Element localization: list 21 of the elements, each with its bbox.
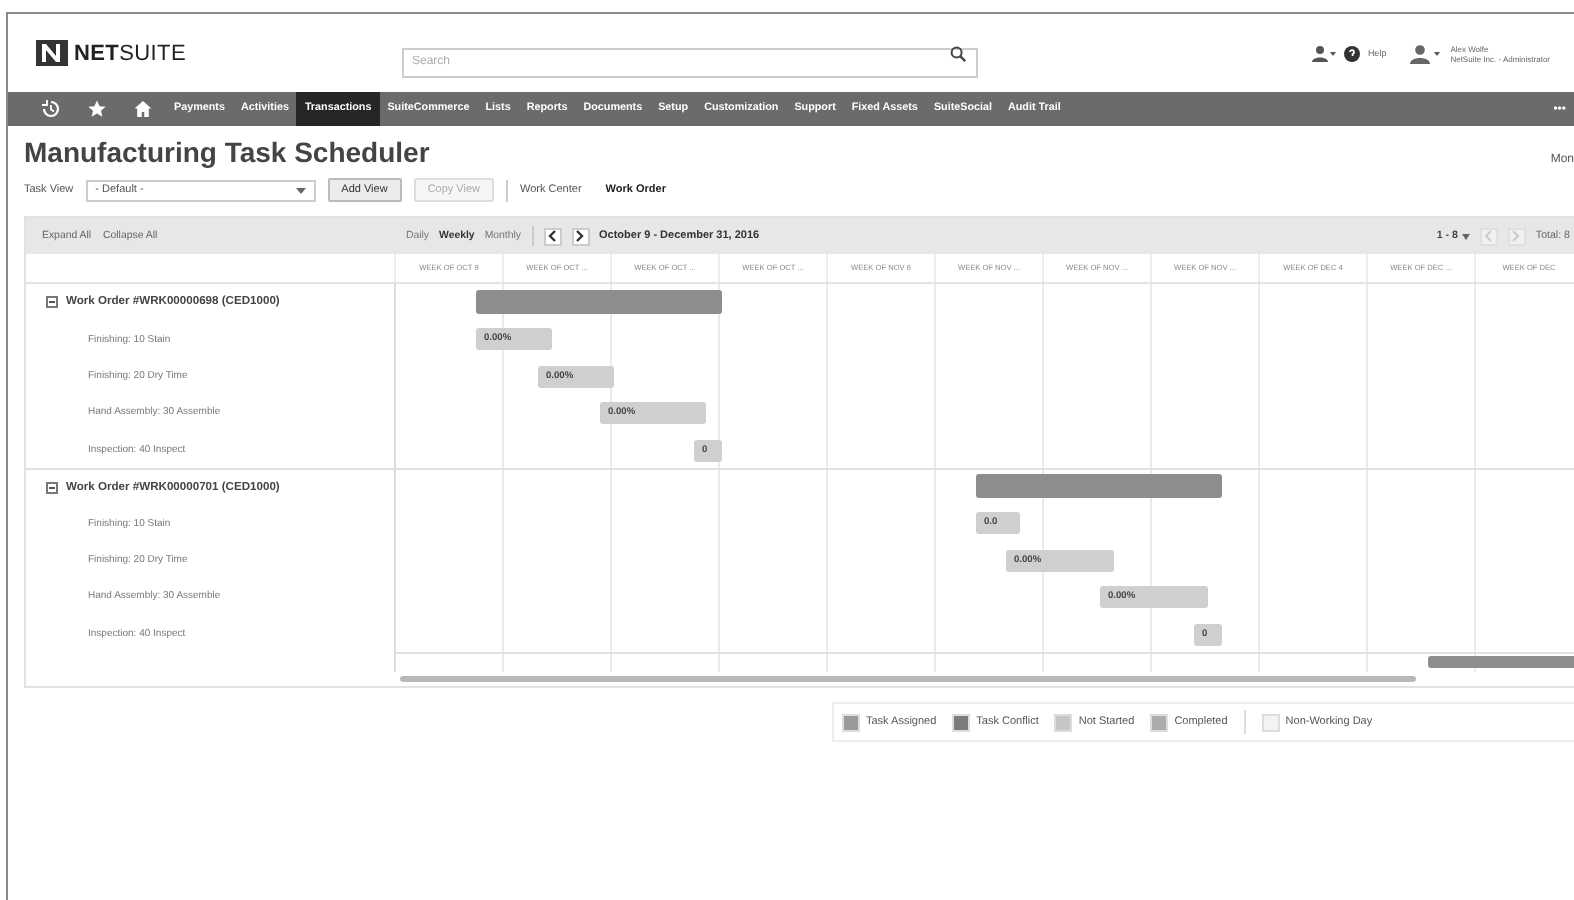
chevron-left-icon xyxy=(548,230,556,242)
caret-icon xyxy=(1461,233,1470,239)
chevron-right-icon xyxy=(576,230,584,242)
logo-icon xyxy=(36,40,68,66)
collapse-icon[interactable] xyxy=(46,481,58,494)
scroll-thumb[interactable] xyxy=(400,676,1416,682)
help-icon[interactable] xyxy=(1343,45,1360,61)
people-icon[interactable] xyxy=(1311,43,1336,63)
collapse-icon[interactable] xyxy=(46,296,58,309)
user-icon[interactable] xyxy=(1410,43,1443,63)
chevron-left-icon xyxy=(1484,230,1493,242)
home-icon[interactable] xyxy=(134,100,152,118)
logo-text: NETSUITE xyxy=(74,41,187,65)
next-button[interactable] xyxy=(571,227,589,245)
search-icon xyxy=(950,45,966,61)
star-icon[interactable] xyxy=(88,100,106,118)
history-icon[interactable] xyxy=(42,100,60,118)
caret-icon xyxy=(295,187,306,193)
page-title: Manufacturing Task Scheduler xyxy=(24,136,430,168)
chevron-right-icon xyxy=(1512,230,1521,242)
previous-button[interactable] xyxy=(543,227,561,245)
